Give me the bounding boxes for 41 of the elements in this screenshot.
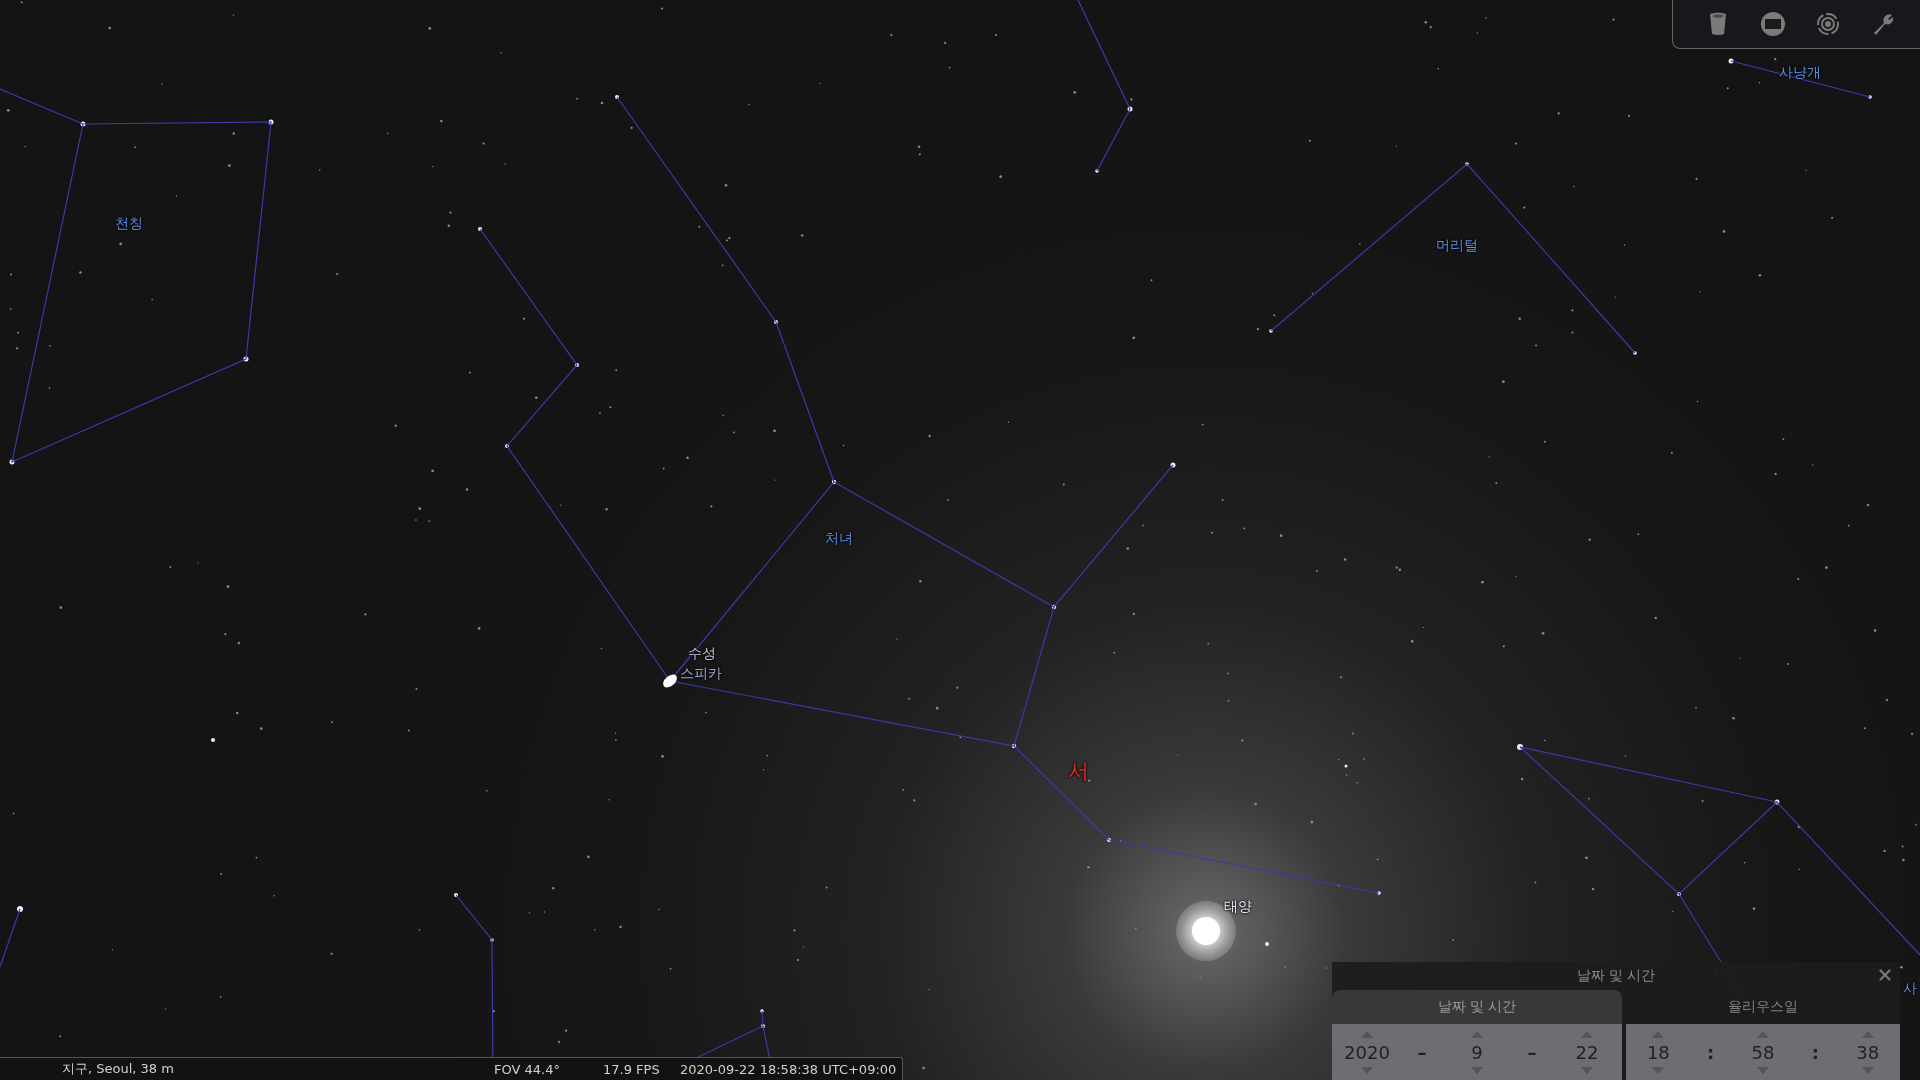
spin-field[interactable]: 18 [1646, 1041, 1670, 1063]
increment-arrow-icon[interactable] [1581, 1030, 1593, 1038]
decrement-arrow-icon[interactable] [1757, 1066, 1769, 1074]
fps-text: 17.9 FPS [603, 1061, 661, 1077]
constellation-line [0, 908, 21, 968]
decrement-arrow-icon[interactable] [1861, 1066, 1874, 1074]
close-button[interactable] [1876, 966, 1894, 984]
spin-field[interactable]: 38 [1856, 1041, 1880, 1063]
dialog-tab[interactable]: 율리우스일 [1626, 990, 1900, 1024]
bright-star-drawing [663, 674, 677, 688]
increment-arrow-icon[interactable] [1861, 1030, 1874, 1038]
constellation-label: 천칭 [115, 215, 143, 233]
separator-text: : [1706, 1041, 1716, 1063]
increment-arrow-icon[interactable] [1471, 1030, 1483, 1038]
decrement-arrow-icon[interactable] [1581, 1066, 1593, 1074]
increment-arrow-icon[interactable] [1652, 1030, 1665, 1038]
spin-field[interactable]: 58 [1751, 1041, 1775, 1063]
constellation-label: 머리털 [1436, 237, 1478, 255]
separator-text: : [1810, 1041, 1820, 1063]
spin-field[interactable]: 9 [1471, 1041, 1483, 1063]
sun-label: 태양 [1224, 898, 1252, 916]
constellation-label: 처녀 [825, 530, 853, 548]
constellation-label: 사 [1903, 980, 1917, 998]
constellation-label: 사냥개 [1779, 64, 1821, 82]
location-text: 지구, Seoul, 38 m [62, 1060, 175, 1078]
increment-arrow-icon[interactable] [1361, 1030, 1373, 1038]
decrement-arrow-icon[interactable] [1652, 1066, 1665, 1074]
bucket-icon[interactable] [1709, 12, 1728, 36]
star-label: 스피카 [680, 665, 722, 683]
decrement-arrow-icon[interactable] [1471, 1066, 1483, 1074]
datetime-text: 2020-09-22 18:58:38 UTC+09:00 [680, 1061, 898, 1077]
spin-field[interactable]: 22 [1575, 1041, 1599, 1063]
fov-text: FOV 44.4° [494, 1061, 561, 1077]
increment-arrow-icon[interactable] [1757, 1030, 1769, 1038]
dialog-tab[interactable]: 날짜 및 시간 [1332, 990, 1622, 1024]
direction-label: 서 [1068, 758, 1089, 785]
dialog-title: 날짜 및 시간 [1576, 967, 1656, 985]
decrement-arrow-icon[interactable] [1361, 1066, 1373, 1074]
separator-text: – [1416, 1041, 1428, 1063]
separator-text: – [1526, 1041, 1538, 1063]
spin-field[interactable]: 2020 [1344, 1041, 1390, 1063]
